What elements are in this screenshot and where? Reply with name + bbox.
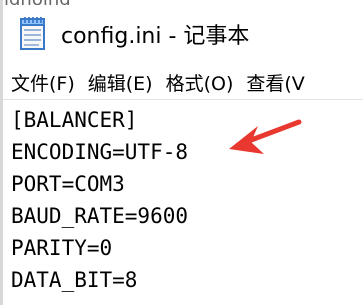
window-title: config.ini - 记事本 — [61, 24, 250, 49]
notepad-icon — [20, 17, 45, 50]
title-bar[interactable]: config.ini - 记事本 — [3, 5, 363, 65]
menu-format[interactable]: 格式(O) — [166, 69, 234, 96]
menu-edit[interactable]: 编辑(E) — [88, 69, 153, 96]
editor-line: BAUD_RATE=9600 — [11, 204, 189, 228]
menu-bar: 文件(F) 编辑(E) 格式(O) 查看(V — [3, 65, 363, 100]
editor-line: PORT=COM3 — [11, 172, 125, 196]
editor-line: ENCODING=UTF-8 — [11, 140, 189, 164]
menu-view[interactable]: 查看(V — [246, 69, 304, 96]
editor-line: PARITY=0 — [11, 236, 113, 260]
editor-line: [BALANCER] — [11, 108, 138, 132]
text-editor[interactable]: [BALANCER] ENCODING=UTF-8 PORT=COM3 BAUD… — [3, 100, 363, 305]
editor-line: DATA_BIT=8 — [11, 268, 138, 292]
menu-file[interactable]: 文件(F) — [11, 69, 75, 96]
notepad-window: lgnoing config.ini - 记事本 文件(F) 编辑(E) 格式(… — [0, 0, 363, 305]
